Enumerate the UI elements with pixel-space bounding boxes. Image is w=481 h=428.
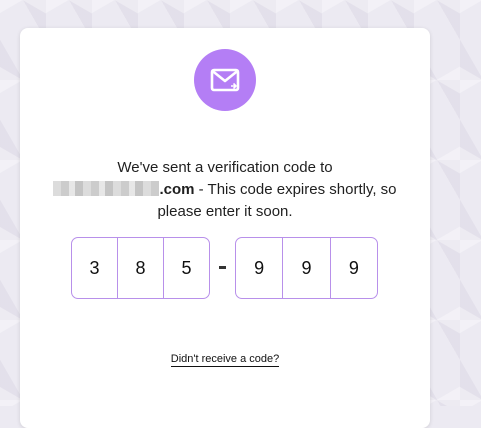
message-line-3: please enter it soon. [157, 203, 293, 220]
message-line-1: We've sent a verification code to [117, 159, 333, 176]
redacted-email [53, 181, 160, 196]
code-digit-5[interactable]: 9 [283, 238, 331, 298]
code-digit-2[interactable]: 8 [118, 238, 164, 298]
code-separator [219, 266, 226, 269]
code-group-second: 9 9 9 [235, 237, 378, 299]
resend-code-link[interactable]: Didn't receive a code? [170, 353, 280, 367]
code-digit-6[interactable]: 9 [331, 238, 377, 298]
code-digit-1[interactable]: 3 [72, 238, 118, 298]
verification-message: We've sent a verification code to .com -… [20, 157, 430, 223]
code-group-first: 3 8 5 [71, 237, 210, 299]
resend-container: Didn't receive a code? [20, 349, 430, 367]
mail-icon [194, 49, 256, 111]
code-digit-4[interactable]: 9 [236, 238, 284, 298]
verification-card: We've sent a verification code to .com -… [20, 28, 430, 428]
code-digit-3[interactable]: 5 [164, 238, 209, 298]
message-line-2: .com - This code expires shortly, so [20, 179, 430, 201]
message-line-2-rest: - This code expires shortly, so [194, 181, 397, 198]
email-domain: .com [159, 181, 195, 198]
